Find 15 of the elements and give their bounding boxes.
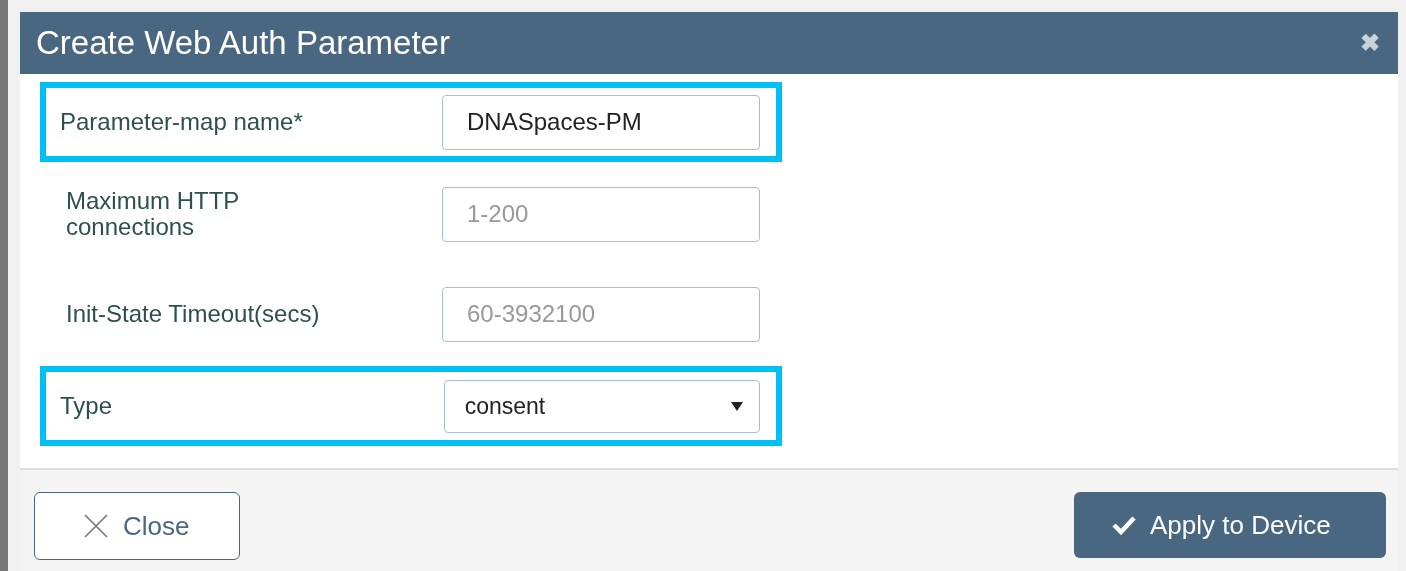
field-label: Parameter-map name* [60, 109, 304, 135]
input-field[interactable]: DNASpaces-PM [442, 94, 760, 150]
checkmark-icon [1112, 515, 1136, 535]
field-label: Init-State Timeout(secs) [66, 301, 321, 327]
close-icon[interactable]: ✖ [1360, 29, 1380, 57]
type-select[interactable]: consent [443, 379, 760, 433]
input-field[interactable]: 1-200 [442, 186, 760, 242]
apply-button[interactable]: Apply to Device [1074, 492, 1386, 558]
close-button[interactable]: Close [34, 492, 240, 560]
field-label: Type [60, 393, 114, 419]
input-field[interactable]: 60-3932100 [442, 286, 760, 342]
close-icon [83, 513, 109, 539]
dialog-title: Create Web Auth Parameter [36, 24, 450, 62]
field-label: Maximum HTTP connections [66, 188, 240, 240]
caret-icon [731, 401, 743, 411]
